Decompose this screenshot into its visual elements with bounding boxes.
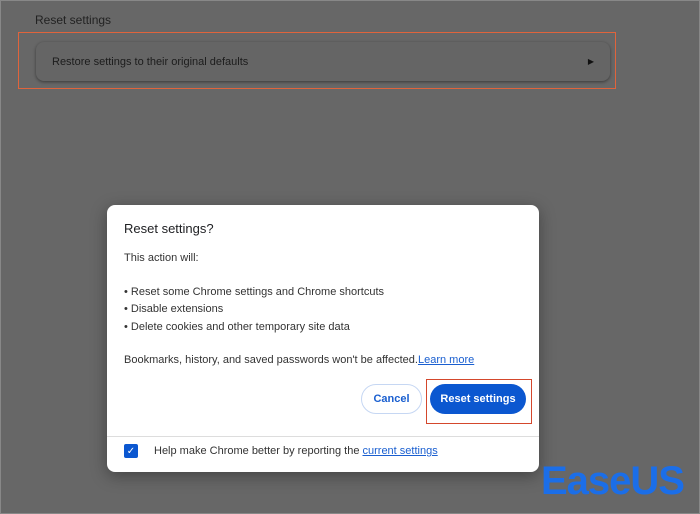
restore-defaults-row[interactable]: Restore settings to their original defau… (36, 42, 610, 81)
dialog-intro: This action will: (124, 252, 199, 264)
dialog-note: Bookmarks, history, and saved passwords … (124, 354, 474, 366)
current-settings-link[interactable]: current settings (363, 445, 438, 457)
restore-defaults-label: Restore settings to their original defau… (52, 55, 249, 68)
dialog-title: Reset settings? (124, 221, 214, 236)
report-checkbox[interactable]: ✓ (124, 444, 138, 458)
chevron-right-icon: ▶ (587, 57, 594, 66)
cancel-button[interactable]: Cancel (361, 384, 422, 414)
learn-more-link[interactable]: Learn more (418, 354, 474, 366)
reset-dialog: Reset settings? This action will: • Rese… (107, 205, 539, 472)
bullet-item: • Disable extensions (124, 303, 224, 315)
bullet-item: • Delete cookies and other temporary sit… (124, 321, 350, 333)
report-label: Help make Chrome better by reporting the… (154, 445, 438, 457)
easeus-logo: EaseUS (541, 459, 685, 503)
checkmark-icon: ✓ (126, 445, 136, 457)
divider (107, 436, 539, 437)
highlight-box (426, 379, 532, 424)
bullet-item: • Reset some Chrome settings and Chrome … (124, 286, 385, 298)
report-text: Help make Chrome better by reporting the (154, 445, 363, 457)
note-text: Bookmarks, history, and saved passwords … (124, 354, 418, 366)
section-title: Reset settings (35, 13, 112, 27)
